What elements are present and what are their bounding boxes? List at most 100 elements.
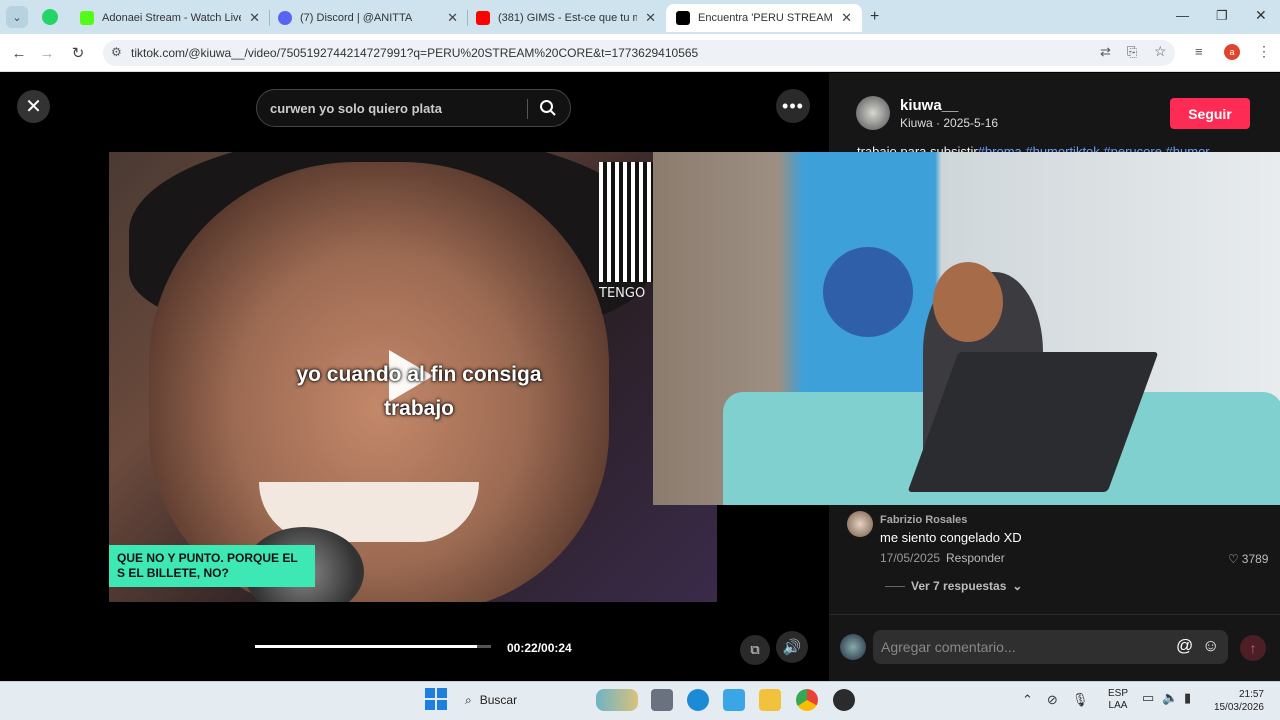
store-icon[interactable] (723, 689, 745, 711)
follow-button[interactable]: Seguir (1170, 98, 1250, 129)
taskbar-clock[interactable]: 21:57 15/03/2026 (1210, 688, 1264, 714)
search-divider (527, 99, 528, 119)
mention-icon[interactable]: @ (1176, 636, 1193, 656)
close-tab-icon[interactable]: ✕ (249, 10, 260, 26)
video-progress-fill (255, 645, 477, 648)
comment-date: 17/05/2025 (880, 551, 941, 565)
new-tab-button[interactable]: + (870, 8, 879, 26)
video-subtitle: yo cuando al fin consiga trabajo (269, 358, 569, 426)
heart-icon: ♡ (1228, 552, 1239, 566)
replies-divider (885, 585, 905, 587)
media-control-icon[interactable]: ≡ (1195, 44, 1203, 59)
lang-line-2: LAA (1108, 700, 1128, 711)
site-info-icon[interactable]: ⚙ (111, 45, 122, 59)
search-input[interactable]: curwen yo solo quiero plata (270, 101, 442, 116)
chevron-up-icon[interactable]: ⌃ (1022, 692, 1033, 708)
system-tray: ⌃ ⊘ 🎙 (1022, 686, 1088, 714)
file-explorer-icon[interactable] (759, 689, 781, 711)
view-replies-button[interactable]: Ver 7 respuestas ⌄ (885, 579, 1022, 593)
inset-video-overlay (653, 152, 1280, 505)
hashtag-links[interactable]: #broma #humortiktok #perucore #humor (978, 144, 1210, 152)
clock-time: 21:57 (1238, 689, 1264, 700)
comment-text: me siento congelado XD (880, 530, 1022, 545)
emoji-icon[interactable]: ☺ (1202, 636, 1219, 656)
qr-label: TENGO (599, 286, 646, 301)
subtitle-line-2: trabajo (383, 397, 454, 420)
close-video-button[interactable]: ✕ (17, 90, 50, 123)
bookmark-star-icon[interactable]: ☆ (1154, 43, 1167, 60)
install-app-icon[interactable]: ⎘ (1127, 44, 1137, 60)
close-window-icon[interactable]: ✕ (1255, 7, 1267, 24)
description-text: trabajo para subsistir (857, 144, 978, 152)
translate-icon[interactable]: ⇄ (1100, 44, 1111, 60)
video-caption-banner: QUE NO Y PUNTO. PORQUE EL S EL BILLETE, … (109, 545, 315, 587)
qr-code-image (599, 162, 655, 282)
lang-line-1: ESP (1108, 688, 1129, 699)
search-bar[interactable]: curwen yo solo quiero plata (256, 89, 571, 127)
speaker-icon[interactable]: 🔈 (1162, 690, 1178, 706)
chevron-down-icon: ⌄ (1012, 579, 1023, 593)
display-icon[interactable]: ▭ (1142, 690, 1154, 706)
inset-sonic-pillow (823, 247, 913, 337)
restore-icon[interactable]: ❐ (1216, 8, 1228, 24)
picture-in-picture-icon[interactable]: ⧉ (740, 635, 770, 665)
video-progress-bar[interactable] (255, 645, 491, 648)
reload-icon[interactable]: ↻ (67, 42, 89, 64)
chrome-icon[interactable] (796, 689, 818, 711)
tab-search-chevron-icon[interactable]: ⌄ (6, 6, 28, 28)
app-icon[interactable] (833, 689, 855, 711)
view-replies-label: Ver 7 respuestas (911, 579, 1007, 593)
url-bar[interactable]: ⚙ tiktok.com/@kiuwa__/video/750519274421… (103, 40, 1175, 66)
tiktok-video-page: ✕ curwen yo solo quiero plata ••• TENGO … (0, 73, 1280, 681)
reply-button[interactable]: Responder (946, 551, 1005, 565)
whatsapp-icon[interactable] (42, 9, 58, 25)
close-tab-icon[interactable]: ✕ (841, 10, 852, 26)
comment-like-button[interactable]: ♡ 3789 (1228, 552, 1268, 566)
clock-date: 15/03/2026 (1213, 702, 1264, 713)
back-icon[interactable]: ← (8, 42, 30, 64)
edge-icon[interactable] (687, 689, 709, 711)
close-tab-icon[interactable]: ✕ (447, 10, 458, 26)
tab-strip: ⌄ Adonaei Stream - Watch Live o ✕ (7) Di… (0, 0, 1280, 34)
close-tab-icon[interactable]: ✕ (645, 10, 656, 26)
author-avatar[interactable] (856, 96, 890, 130)
network-off-icon[interactable]: ⊘ (1047, 692, 1058, 708)
search-icon[interactable] (539, 99, 557, 117)
widget-landscape-icon[interactable] (596, 689, 638, 711)
commenter-avatar[interactable] (847, 511, 873, 537)
video-player[interactable]: TENGO QUE NO Y PUNTO. PORQUE EL S EL BIL… (109, 152, 717, 602)
comment-input[interactable]: Agregar comentario... (873, 630, 1228, 664)
comment-like-count: 3789 (1241, 552, 1269, 566)
tab-discord[interactable]: (7) Discord | @ANITTA ✕ (268, 4, 468, 32)
tab-youtube[interactable]: (381) GIMS - Est-ce que tu m'ai ✕ (466, 4, 666, 32)
kick-icon (80, 11, 94, 25)
inset-person-head (933, 262, 1003, 342)
video-time: 00:22/00:24 (507, 641, 572, 655)
forward-icon[interactable]: → (36, 42, 58, 64)
youtube-icon (476, 11, 490, 25)
volume-icon[interactable]: 🔊 (776, 631, 808, 663)
tab-kick[interactable]: Adonaei Stream - Watch Live o ✕ (70, 4, 270, 32)
my-avatar (840, 634, 866, 660)
send-arrow-icon[interactable]: ↑ (1240, 635, 1266, 661)
menu-kebab-icon[interactable]: ⋮ (1257, 43, 1271, 60)
caption-line-1: QUE NO Y PUNTO. PORQUE EL (117, 551, 298, 565)
more-options-button[interactable]: ••• (776, 89, 810, 123)
taskbar-search-label: Buscar (479, 693, 518, 707)
minimize-icon[interactable]: — (1176, 8, 1189, 23)
profile-avatar-icon[interactable]: a (1224, 44, 1240, 60)
tab-tiktok-active[interactable]: Encuentra 'PERU STREAM CORE ✕ (666, 4, 862, 32)
windows-start-icon[interactable] (425, 688, 447, 710)
microphone-icon[interactable]: 🎙 (1072, 692, 1089, 708)
tiktok-icon (676, 11, 690, 25)
author-username[interactable]: kiuwa__ (900, 97, 958, 114)
language-indicator[interactable]: ESP LAA (1108, 688, 1128, 712)
commenter-name[interactable]: Fabrizio Rosales (880, 514, 967, 526)
search-icon: ⌕ (465, 692, 472, 707)
battery-icon[interactable]: ▮ (1184, 690, 1191, 706)
discord-icon (278, 11, 292, 25)
subtitle-line-1: yo cuando al fin consiga (296, 363, 542, 386)
address-toolbar: ← → ↻ ⚙ tiktok.com/@kiuwa__/video/750519… (0, 34, 1280, 72)
task-view-icon[interactable] (651, 689, 673, 711)
url-text: tiktok.com/@kiuwa__/video/75051927442147… (131, 46, 699, 60)
